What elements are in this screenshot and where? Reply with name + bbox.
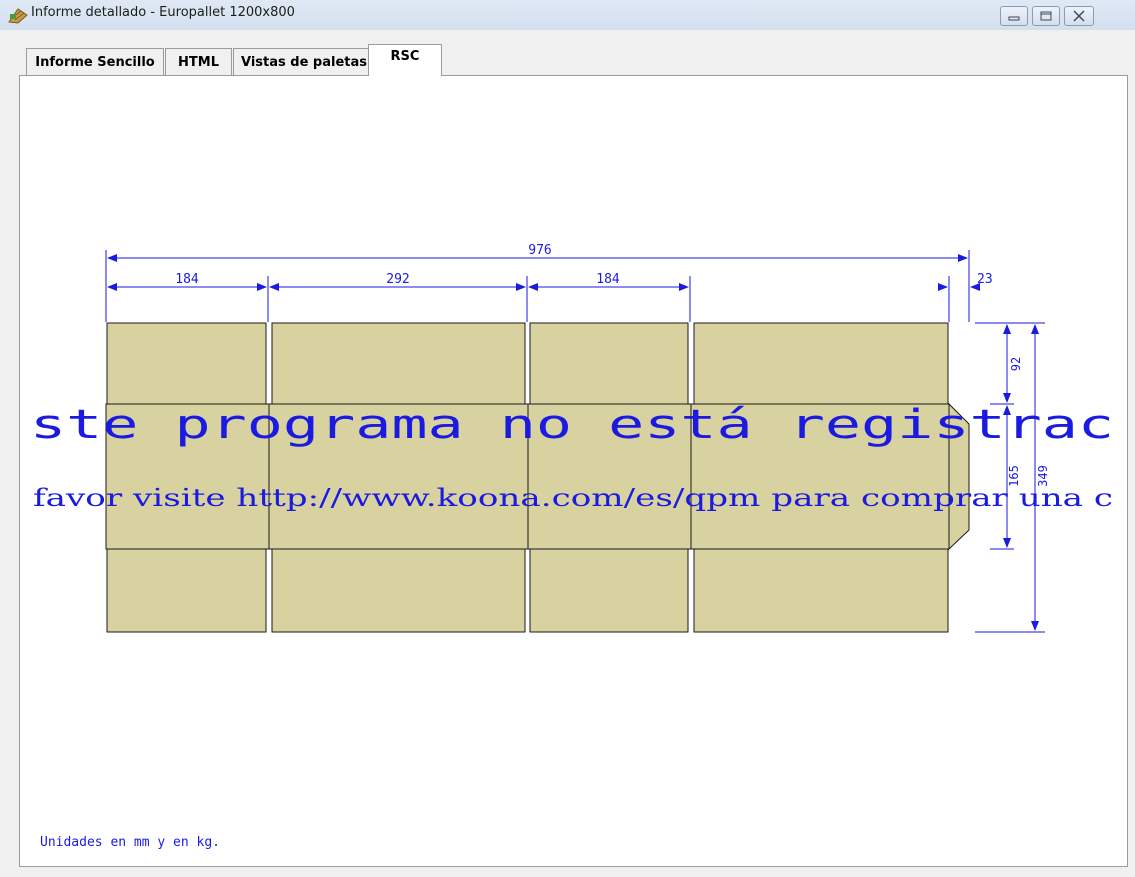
tab-rsc[interactable]: RSC bbox=[368, 44, 442, 76]
bottom-flap-4 bbox=[693, 548, 949, 633]
box-blank bbox=[105, 322, 970, 633]
bottom-flap-3 bbox=[529, 548, 689, 633]
top-flap-2 bbox=[271, 322, 526, 405]
dim-label-panel-3: 184 bbox=[596, 272, 620, 287]
units-note: Unidades en mm y en kg. bbox=[40, 835, 221, 850]
watermark-unregistered: ste programa no está registrac bbox=[30, 402, 1114, 448]
watermark-purchase-url: favor visite http://www.koona.com/es/qpm… bbox=[33, 484, 1113, 512]
dim-label-panel-2: 292 bbox=[386, 272, 409, 287]
dim-label-flap-height: 92 bbox=[1009, 357, 1023, 371]
top-flap-1 bbox=[106, 322, 267, 405]
top-flap-4 bbox=[693, 322, 949, 405]
dim-label-total-length: 976 bbox=[528, 243, 551, 258]
bottom-flap-1 bbox=[106, 548, 267, 633]
dim-label-panel-1: 184 bbox=[175, 272, 199, 287]
rsc-box-drawing: 976 184 292 184 23 92 165 349 ste progra… bbox=[30, 243, 1114, 633]
horizontal-dimensions bbox=[105, 250, 980, 322]
top-flap-3 bbox=[529, 322, 689, 405]
dim-label-glue-flap: 23 bbox=[977, 272, 993, 287]
bottom-flap-2 bbox=[271, 548, 526, 633]
